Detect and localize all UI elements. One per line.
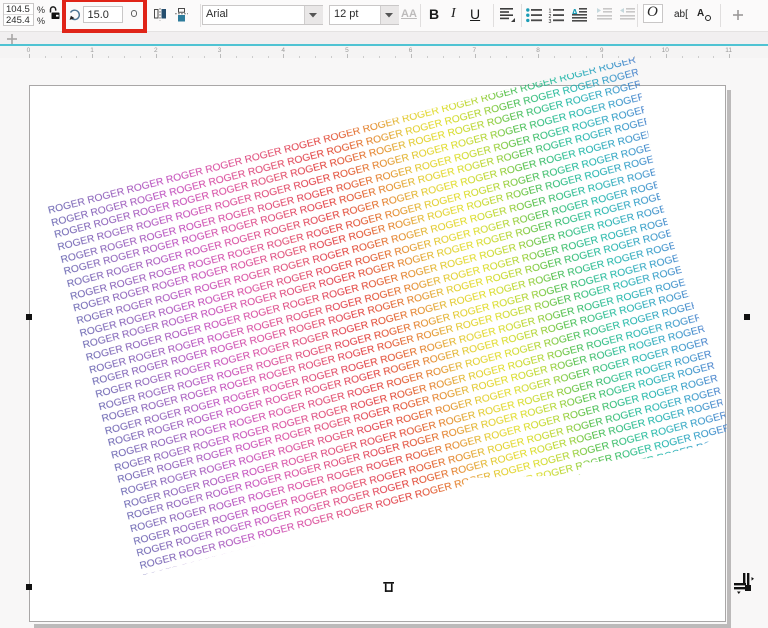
svg-text:A: A <box>572 8 579 18</box>
svg-text:3: 3 <box>549 19 552 23</box>
